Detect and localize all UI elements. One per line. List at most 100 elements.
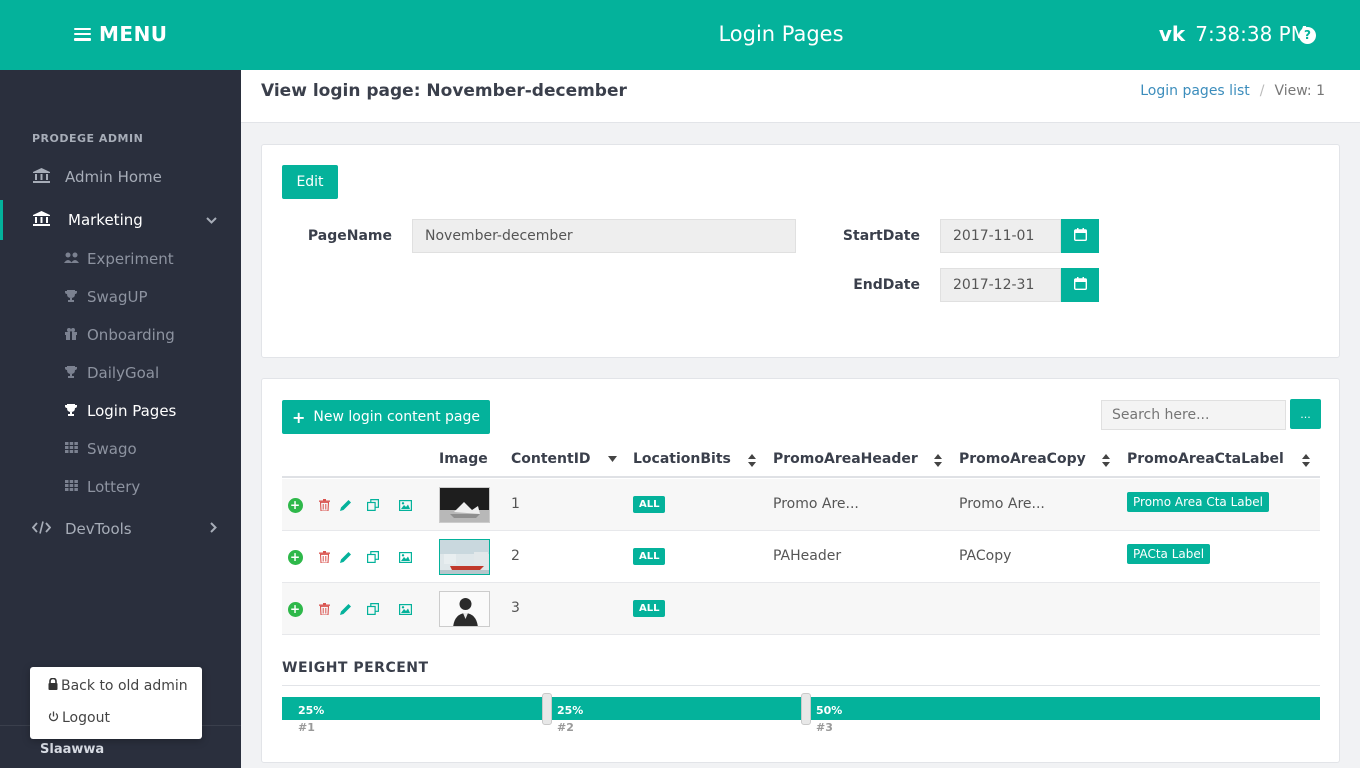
sidebar-subitem-login-pages[interactable]: Login Pages xyxy=(0,393,241,429)
column-header-promoareacopy[interactable]: PromoAreaCopy xyxy=(959,451,1086,467)
breadcrumb-login-pages-list[interactable]: Login pages list xyxy=(1140,83,1250,99)
pagename-field[interactable]: November-december xyxy=(412,219,796,253)
sidebar-item-marketing[interactable]: Marketing xyxy=(0,200,241,240)
image-row-button[interactable] xyxy=(397,601,413,617)
edit-row-button[interactable] xyxy=(338,549,354,565)
column-header-promoareaheader[interactable]: PromoAreaHeader xyxy=(773,451,918,467)
sidebar-subitem-onboarding[interactable]: Onboarding xyxy=(0,317,241,353)
menu-button[interactable]: MENU xyxy=(74,22,168,46)
sort-icon[interactable] xyxy=(1102,454,1110,467)
sidebar-subitem-label: DailyGoal xyxy=(87,364,160,382)
pencil-icon xyxy=(340,500,351,511)
image-icon xyxy=(398,551,412,563)
current-user: vk xyxy=(1158,22,1186,46)
weight-label-3: 50% xyxy=(816,704,843,717)
sort-icon[interactable] xyxy=(934,454,942,467)
sidebar-subitem-label: Experiment xyxy=(87,250,174,268)
page-title: View login page: November-december xyxy=(261,81,627,101)
pencil-icon xyxy=(340,552,351,563)
weight-number-1: #1 xyxy=(298,721,315,734)
edit-row-button[interactable] xyxy=(338,497,354,513)
plus-circle-icon: + xyxy=(287,549,303,565)
sort-icon[interactable] xyxy=(748,454,756,467)
sidebar-subitem-experiment[interactable]: Experiment xyxy=(0,241,241,277)
sidebar-item-admin-home[interactable]: Admin Home xyxy=(0,157,241,197)
sort-icon[interactable] xyxy=(1302,454,1310,467)
location-badge: ALL xyxy=(633,496,666,513)
delete-row-button[interactable] xyxy=(316,549,332,565)
power-icon xyxy=(48,710,59,726)
edit-row-button[interactable] xyxy=(338,601,354,617)
search-input[interactable] xyxy=(1101,400,1286,430)
row-thumbnail[interactable] xyxy=(439,539,490,575)
weight-percent-title: WEIGHT PERCENT xyxy=(282,660,429,676)
enddate-field[interactable]: 2017-12-31 xyxy=(940,268,1061,302)
pagename-label: PageName xyxy=(307,228,392,244)
table-row: + 1 ALL Promo Are... Promo Are... Promo … xyxy=(282,479,1320,531)
row-thumbnail[interactable] xyxy=(439,591,490,627)
sidebar-item-label: Marketing xyxy=(68,211,143,229)
copy-row-button[interactable] xyxy=(365,549,381,565)
copy-row-button[interactable] xyxy=(365,601,381,617)
column-header-locationbits[interactable]: LocationBits xyxy=(633,451,731,467)
content-pages-card: + New login content page ... Image Conte… xyxy=(261,378,1340,763)
cell-contentid: 1 xyxy=(511,496,520,512)
clock: 7:38:38 PM xyxy=(1195,22,1308,46)
trophy-icon xyxy=(64,365,78,381)
copy-row-button[interactable] xyxy=(365,497,381,513)
weight-label-2: 25% xyxy=(557,704,584,717)
chevron-down-icon xyxy=(206,213,217,227)
weight-number-3: #3 xyxy=(816,721,833,734)
new-login-content-page-button[interactable]: + New login content page xyxy=(282,400,490,434)
search-button[interactable]: ... xyxy=(1290,399,1321,429)
startdate-calendar-button[interactable] xyxy=(1061,219,1099,253)
column-header-contentid[interactable]: ContentID xyxy=(511,451,591,467)
sidebar-item-label: Admin Home xyxy=(65,168,162,186)
sort-desc-icon[interactable] xyxy=(608,456,617,462)
back-to-old-admin-link[interactable]: Back to old admin xyxy=(48,677,188,694)
breadcrumb-separator: / xyxy=(1259,83,1265,99)
delete-row-button[interactable] xyxy=(316,497,332,513)
sidebar-subitem-swago[interactable]: Swago xyxy=(0,431,241,467)
edit-button[interactable]: Edit xyxy=(282,165,338,199)
add-row-button[interactable]: + xyxy=(287,497,303,513)
cell-promoareaheader: PAHeader xyxy=(773,548,842,564)
weight-handle-1[interactable] xyxy=(542,693,552,725)
enddate-calendar-button[interactable] xyxy=(1061,268,1099,302)
copy-icon xyxy=(367,603,379,615)
cell-promoareaheader: Promo Are... xyxy=(773,496,859,512)
pencil-icon xyxy=(340,604,351,615)
calendar-icon xyxy=(1073,276,1087,294)
image-icon xyxy=(398,499,412,511)
add-row-button[interactable]: + xyxy=(287,549,303,565)
sidebar-subitem-label: Lottery xyxy=(87,478,141,496)
menu-label: MENU xyxy=(99,22,168,46)
users-icon xyxy=(64,252,79,266)
bank-icon xyxy=(32,167,50,187)
footer-username[interactable]: Slaawwa xyxy=(40,742,104,757)
weight-divider xyxy=(282,685,1320,686)
sidebar-subitem-dailygoal[interactable]: DailyGoal xyxy=(0,355,241,391)
trophy-icon xyxy=(64,289,78,305)
grid-icon xyxy=(64,442,78,456)
column-header-image: Image xyxy=(439,451,488,467)
add-row-button[interactable]: + xyxy=(287,601,303,617)
logout-link[interactable]: Logout xyxy=(48,710,110,726)
sidebar-subitem-swagup[interactable]: SwagUP xyxy=(0,279,241,315)
image-row-button[interactable] xyxy=(397,497,413,513)
delete-row-button[interactable] xyxy=(316,601,332,617)
weight-handle-2[interactable] xyxy=(801,693,811,725)
sidebar-heading: PRODEGE ADMIN xyxy=(32,132,144,145)
plus-circle-icon: + xyxy=(287,601,303,617)
location-badge: ALL xyxy=(633,600,666,617)
column-header-promoareactalabel[interactable]: PromoAreaCtaLabel xyxy=(1127,451,1284,467)
sidebar-subitem-lottery[interactable]: Lottery xyxy=(0,469,241,505)
sidebar-item-devtools[interactable]: DevTools xyxy=(0,509,241,549)
table-row: + 2 ALL PAHeader PACopy PACta Label xyxy=(282,531,1320,583)
table-header-divider xyxy=(282,476,1320,478)
help-icon[interactable]: ? xyxy=(1299,27,1316,44)
startdate-field[interactable]: 2017-11-01 xyxy=(940,219,1061,253)
row-thumbnail[interactable] xyxy=(439,487,490,523)
image-row-button[interactable] xyxy=(397,549,413,565)
sidebar-item-label: DevTools xyxy=(65,520,132,538)
